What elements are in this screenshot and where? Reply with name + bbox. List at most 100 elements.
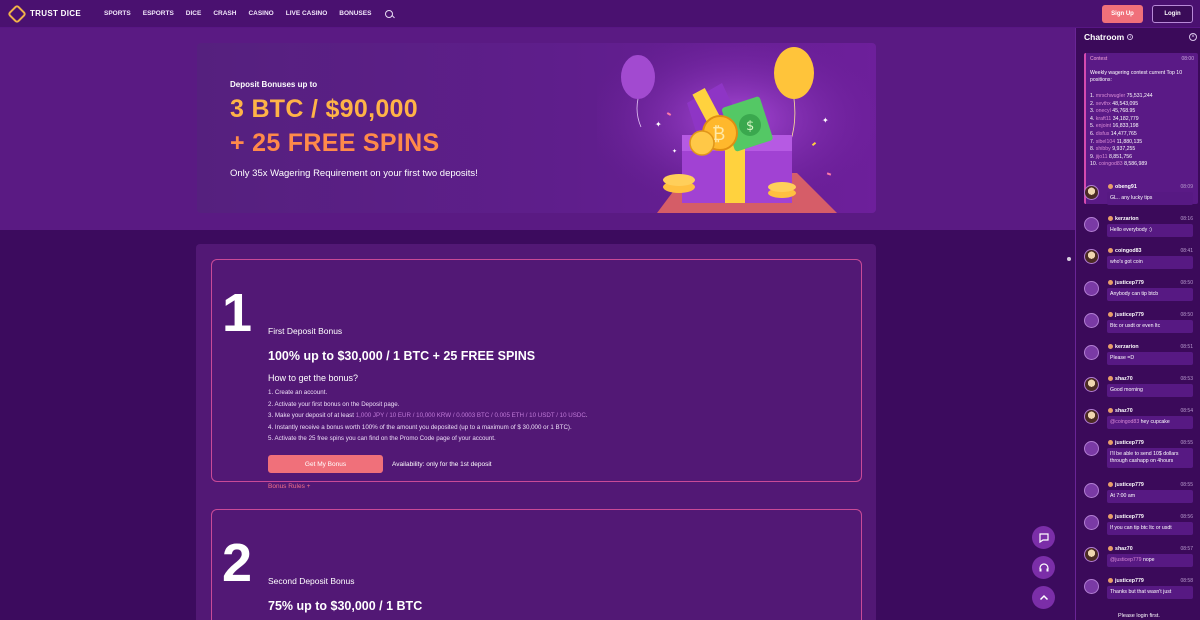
contest-username[interactable]: xevthx xyxy=(1096,101,1111,107)
chat-timestamp: 08:56 xyxy=(1180,514,1193,520)
chat-bubble: Please =D xyxy=(1107,352,1193,365)
chevron-up-icon xyxy=(1039,594,1048,600)
deposit-bonus-panel: 1 First Deposit Bonus 100% up to $30,000… xyxy=(196,244,876,620)
contest-entry: 1. mrschwugler 75,531,244 xyxy=(1090,93,1153,101)
contest-amount: 16,833,198 xyxy=(1112,123,1139,130)
info-icon[interactable]: i xyxy=(1127,34,1134,40)
chat-timestamp: 08:50 xyxy=(1180,280,1193,286)
nav-item-esports[interactable]: ESPORTS xyxy=(143,10,174,17)
contest-username[interactable]: onecyl xyxy=(1096,108,1111,114)
chat-bubble: @coingod83 hey cupcake xyxy=(1107,416,1193,429)
chat-username[interactable]: obeng91 xyxy=(1108,184,1137,190)
avatar[interactable] xyxy=(1084,377,1099,392)
chat-timestamp: 08:57 xyxy=(1180,546,1193,552)
avatar[interactable] xyxy=(1084,409,1099,424)
hero-subtitle: Only 35x Wagering Requirement on your fi… xyxy=(230,168,478,179)
nav-item-live-casino[interactable]: LIVE CASINO xyxy=(286,10,328,17)
contest-username[interactable]: shibby xyxy=(1096,146,1111,152)
chat-username[interactable]: justicep779 xyxy=(1108,578,1144,584)
contest-username[interactable]: enjoint xyxy=(1096,123,1111,129)
contest-amount: 9,937,255 xyxy=(1112,146,1136,153)
chat-username[interactable]: justicep779 xyxy=(1108,312,1144,318)
avatar[interactable] xyxy=(1084,441,1099,456)
chat-username[interactable]: justicep779 xyxy=(1108,280,1144,286)
contest-username[interactable]: sibel104 xyxy=(1096,139,1115,145)
nav-item-dice[interactable]: DICE xyxy=(186,10,202,17)
contest-amount: 75,531,244 xyxy=(1126,93,1153,99)
how-to-heading: How to get the bonus? xyxy=(268,373,359,383)
logo[interactable]: TRUST DICE xyxy=(7,3,102,24)
contest-entry: 3. onecyl 45,768.95 xyxy=(1090,108,1153,116)
nav-item-crash[interactable]: CRASH xyxy=(213,10,236,17)
avatar[interactable] xyxy=(1084,515,1099,530)
avatar[interactable] xyxy=(1084,345,1099,360)
chat-mention[interactable]: @justicep779 xyxy=(1110,557,1142,563)
avatar[interactable] xyxy=(1084,313,1099,328)
instruction-item: 3. Make your deposit of at least 1,000 J… xyxy=(268,410,588,422)
chat-username[interactable]: kerzarion xyxy=(1108,344,1139,350)
contest-rank: 5. xyxy=(1090,123,1095,130)
svg-text:$: $ xyxy=(746,119,754,134)
avatar[interactable] xyxy=(1084,579,1099,594)
contest-entry: 9. jijo11 8,851,756 xyxy=(1090,154,1153,162)
chat-username[interactable]: kerzarion xyxy=(1108,216,1139,222)
contest-message: Contest 08:00 Weekly wagering contest cu… xyxy=(1084,53,1198,204)
chat-mention[interactable]: @coingod83 xyxy=(1110,419,1139,425)
gift-box-illustration: $ ₿ ✦ ✦ ✦ xyxy=(597,43,876,213)
instruction-item: 5. Activate the 25 free spins you can fi… xyxy=(268,435,496,442)
avatar[interactable] xyxy=(1084,185,1099,200)
contest-rank: 1. xyxy=(1090,93,1095,99)
contest-username[interactable]: mrschwugler xyxy=(1096,93,1125,99)
avatar[interactable] xyxy=(1084,547,1099,562)
contest-username[interactable]: coingod83 xyxy=(1099,161,1123,167)
headset-icon xyxy=(1038,562,1049,571)
chat-username[interactable]: shaz70 xyxy=(1108,546,1133,552)
contest-rank: 8. xyxy=(1090,146,1095,153)
instruction-item: 2. Activate your first bonus on the Depo… xyxy=(268,400,400,408)
contest-username[interactable]: disfus xyxy=(1096,131,1110,137)
nav-item-bonuses[interactable]: BONUSES xyxy=(339,10,371,17)
chat-timestamp: 08:58 xyxy=(1180,578,1193,584)
contest-username[interactable]: jijo11 xyxy=(1096,154,1108,160)
signup-button[interactable]: Sign Up xyxy=(1102,5,1143,23)
chat-bubble: @justicep779 nope xyxy=(1107,554,1193,567)
chatroom-title: Chatroom xyxy=(1084,32,1125,42)
contest-rank: 9. xyxy=(1090,153,1095,160)
chat-username[interactable]: justicep779 xyxy=(1108,514,1144,520)
get-my-bonus-button[interactable]: Get My Bonus xyxy=(268,455,383,473)
chat-timestamp: 08:09 xyxy=(1180,184,1193,190)
chat-timestamp: 08:50 xyxy=(1180,312,1193,318)
chat-bubble: Hello everybody :) xyxy=(1107,224,1193,237)
chat-username[interactable]: coingod83 xyxy=(1108,248,1142,254)
chat-text: At 7:00 am xyxy=(1110,493,1136,499)
support-button[interactable] xyxy=(1032,556,1055,579)
chat-bubble-icon xyxy=(1038,532,1049,543)
avatar[interactable] xyxy=(1084,281,1099,296)
contest-username[interactable]: kraft11 xyxy=(1096,116,1111,122)
instruction-item: 1. Create an account. xyxy=(268,389,328,396)
chat-username[interactable]: justicep779 xyxy=(1108,440,1144,446)
scroll-indicator xyxy=(1067,257,1071,261)
close-icon[interactable]: × xyxy=(1189,33,1197,41)
chat-bubble: who's got coin xyxy=(1107,256,1193,269)
chat-bubble: I'll be able to send 10$ dollars through… xyxy=(1107,448,1193,468)
login-prompt[interactable]: Please login first. xyxy=(1118,613,1160,619)
chat-bubble: Thanks but that wasn't just xyxy=(1107,586,1193,599)
chat-username[interactable]: justicep779 xyxy=(1108,482,1144,488)
login-button[interactable]: Login xyxy=(1152,5,1193,23)
avatar[interactable] xyxy=(1084,217,1099,232)
chat-username[interactable]: shaz70 xyxy=(1108,408,1133,414)
chat-bubble-button[interactable] xyxy=(1032,526,1055,549)
avatar[interactable] xyxy=(1084,249,1099,264)
contest-rank: 2. xyxy=(1090,100,1095,107)
scroll-top-button[interactable] xyxy=(1032,586,1055,609)
nav-item-casino[interactable]: CASINO xyxy=(248,10,273,17)
bonus-rules-link[interactable]: Bonus Rules + xyxy=(268,483,310,490)
contest-amount: 8,851,756 xyxy=(1108,153,1133,160)
avatar[interactable] xyxy=(1084,483,1099,498)
step-title: Second Deposit Bonus xyxy=(268,576,355,586)
chat-text: Good morning xyxy=(1110,387,1143,393)
search-icon[interactable] xyxy=(385,9,394,18)
nav-item-sports[interactable]: SPORTS xyxy=(104,10,131,17)
chat-username[interactable]: shaz70 xyxy=(1108,376,1133,382)
